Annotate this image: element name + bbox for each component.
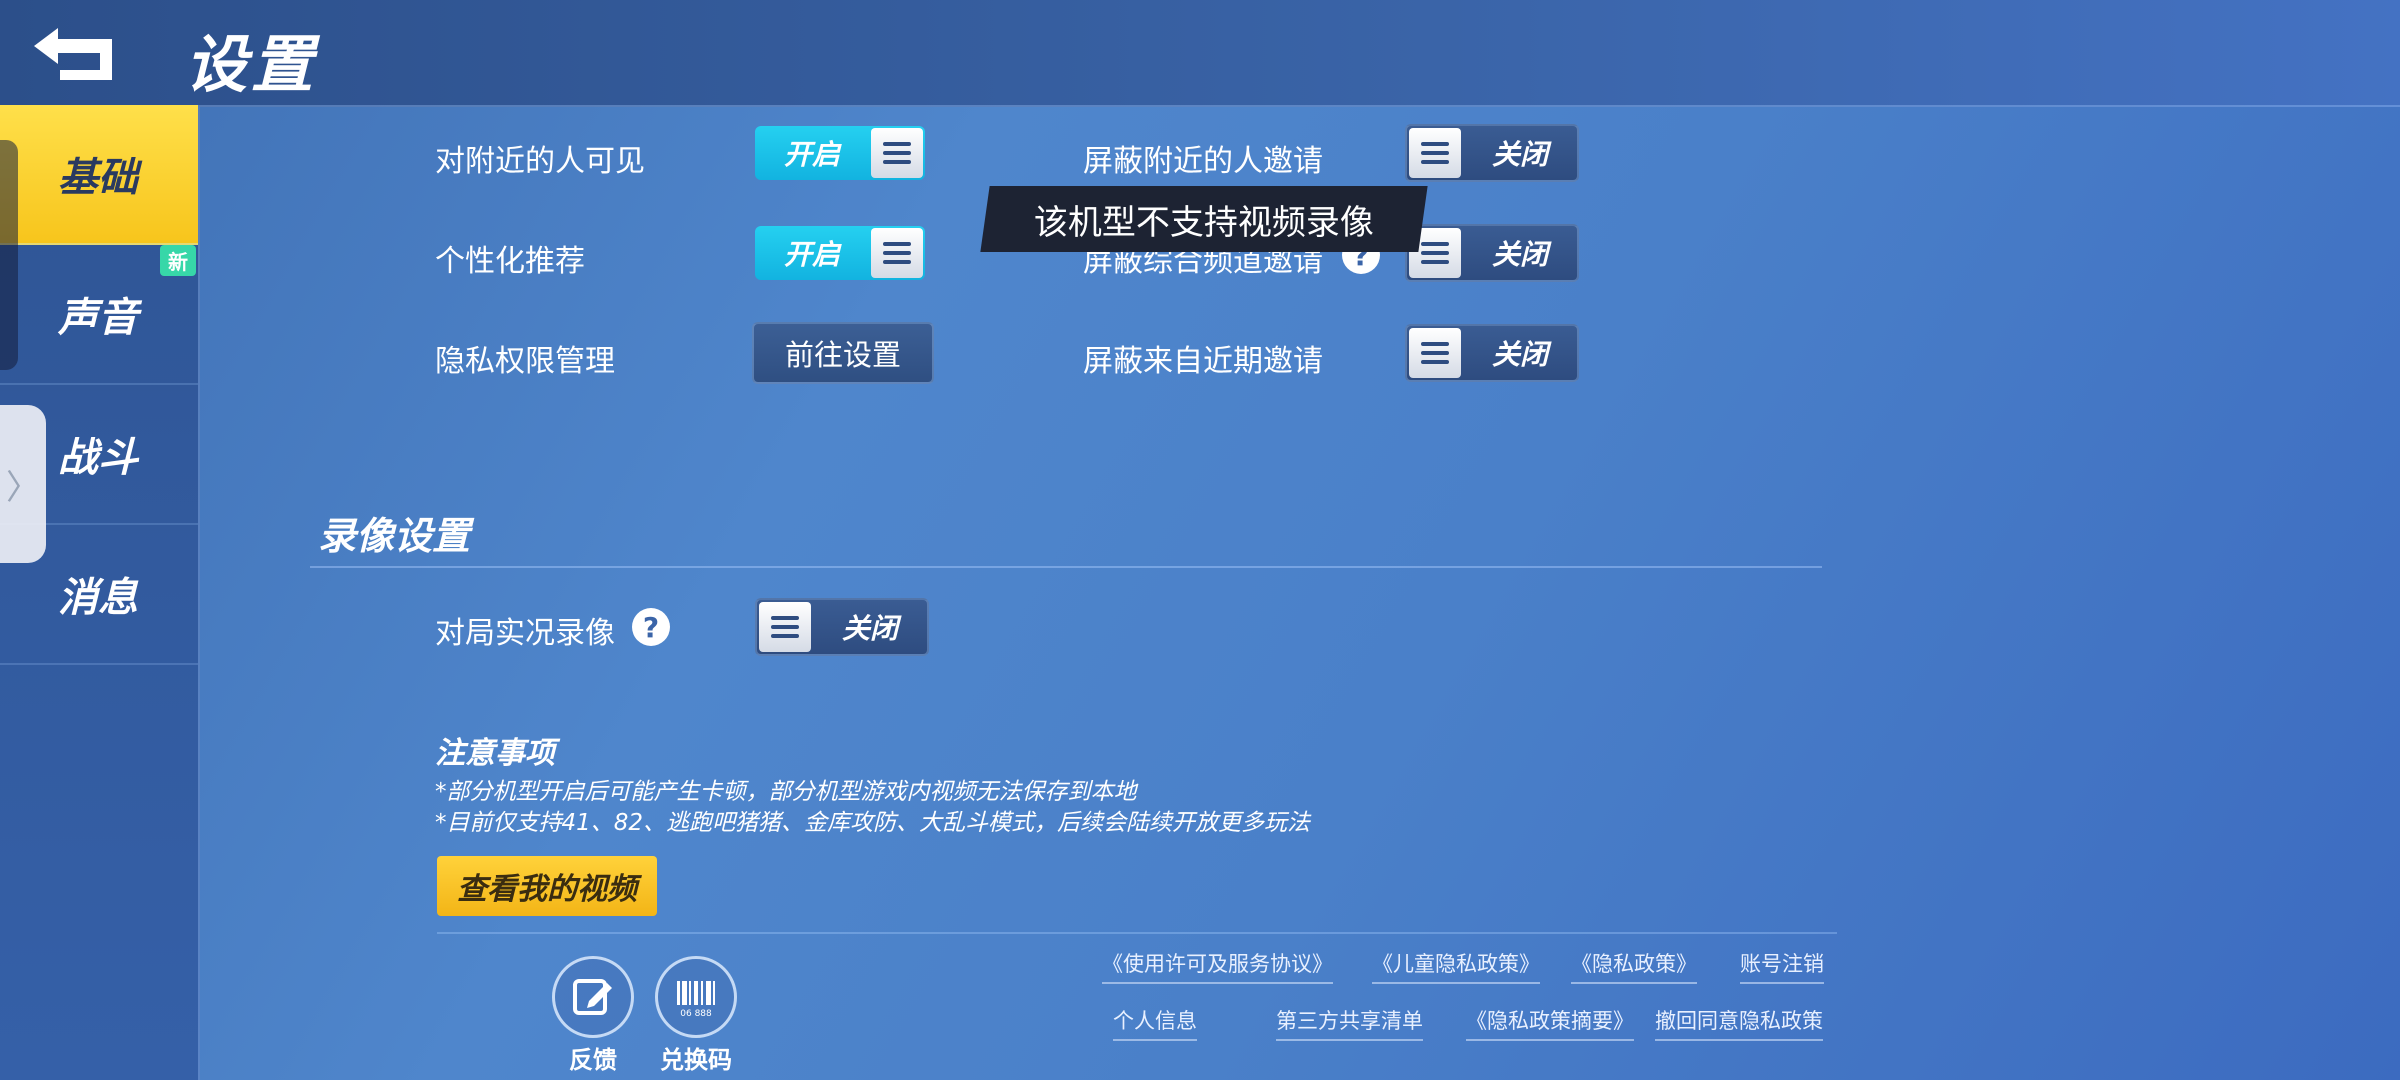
toggle-state: 关闭 — [1491, 138, 1548, 171]
block-recent-toggle[interactable]: 关闭 — [1405, 324, 1579, 382]
link-child-privacy[interactable]: 《儿童隐私政策》 — [1372, 948, 1540, 984]
help-icon[interactable]: ? — [632, 608, 670, 646]
nearby-visible-label: 对附近的人可见 — [435, 144, 645, 179]
toggle-state: 关闭 — [841, 612, 898, 645]
link-privacy-summary[interactable]: 《隐私政策摘要》 — [1466, 1005, 1634, 1041]
toast-message: 该机型不支持视频录像 — [980, 186, 1428, 252]
permission-label: 隐私权限管理 — [435, 344, 615, 379]
feedback-button[interactable] — [552, 956, 634, 1038]
menu-icon — [1409, 328, 1461, 378]
sidebar-item-basic[interactable]: 基础 — [0, 105, 198, 245]
toggle-state: 开启 — [783, 138, 840, 171]
menu-icon — [871, 228, 923, 278]
toggle-state: 开启 — [783, 238, 840, 271]
redeem-code-label: 兑换码 — [660, 1046, 732, 1074]
menu-icon — [759, 602, 811, 652]
svg-text:06 888: 06 888 — [680, 1009, 712, 1019]
back-arrow-icon — [34, 28, 112, 80]
link-privacy-policy[interactable]: 《隐私政策》 — [1571, 948, 1697, 984]
toggle-state: 关闭 — [1491, 338, 1548, 371]
page-title: 设置 — [185, 28, 318, 101]
block-recent-label: 屏蔽来自近期邀请 — [1083, 344, 1323, 379]
toggle-state: 关闭 — [1491, 238, 1548, 271]
new-badge: 新 — [160, 245, 196, 276]
link-personal-info[interactable]: 个人信息 — [1113, 1005, 1197, 1041]
live-record-label: 对局实况录像 — [435, 616, 615, 651]
block-channel-toggle[interactable]: 关闭 — [1405, 224, 1579, 282]
block-nearby-toggle[interactable]: 关闭 — [1405, 124, 1579, 182]
floating-handle[interactable] — [0, 140, 18, 370]
sidebar-item-label: 战斗 — [58, 435, 138, 481]
section-title-recording: 录像设置 — [318, 514, 471, 558]
edit-icon — [573, 979, 612, 1015]
link-third-party-list[interactable]: 第三方共享清单 — [1276, 1005, 1423, 1041]
personalized-toggle[interactable]: 开启 — [755, 226, 925, 280]
link-account-cancel[interactable]: 账号注销 — [1740, 948, 1824, 984]
section-divider — [310, 566, 1822, 568]
barcode-icon: 06 888 — [677, 981, 715, 1019]
block-nearby-label: 屏蔽附近的人邀请 — [1083, 144, 1323, 179]
sidebar-item-label: 声音 — [58, 295, 138, 341]
sidebar-item-label: 基础 — [58, 155, 138, 201]
note-line: *目前仅支持41、82、逃跑吧猪猪、金库攻防、大乱斗模式，后续会陆续开放更多玩法 — [435, 810, 1311, 836]
feedback-label: 反馈 — [569, 1046, 617, 1074]
pull-tab[interactable]: 〉 — [0, 405, 46, 563]
view-my-videos-button[interactable]: 查看我的视频 — [437, 856, 657, 916]
sidebar-item-sound[interactable]: 声音 新 — [0, 245, 198, 385]
link-service-agreement[interactable]: 《使用许可及服务协议》 — [1102, 948, 1333, 984]
chevron-right-icon: 〉 — [6, 467, 40, 508]
live-record-toggle[interactable]: 关闭 — [755, 598, 929, 656]
link-withdraw-consent[interactable]: 撤回同意隐私政策 — [1655, 1005, 1823, 1041]
goto-settings-button[interactable]: 前往设置 — [752, 322, 934, 384]
notes-title: 注意事项 — [435, 736, 555, 771]
menu-icon — [1409, 128, 1461, 178]
redeem-code-button[interactable]: 06 888 — [655, 956, 737, 1038]
menu-icon — [871, 128, 923, 178]
personalized-label: 个性化推荐 — [435, 244, 585, 279]
sidebar: 基础 声音 新 战斗 消息 — [0, 105, 200, 1080]
nearby-visible-toggle[interactable]: 开启 — [755, 126, 925, 180]
sidebar-item-label: 消息 — [58, 575, 138, 621]
footer-divider — [437, 932, 1837, 934]
back-button[interactable] — [30, 22, 120, 84]
top-bar: 设置 — [0, 0, 2400, 107]
note-line: *部分机型开启后可能产生卡顿，部分机型游戏内视频无法保存到本地 — [435, 779, 1137, 805]
